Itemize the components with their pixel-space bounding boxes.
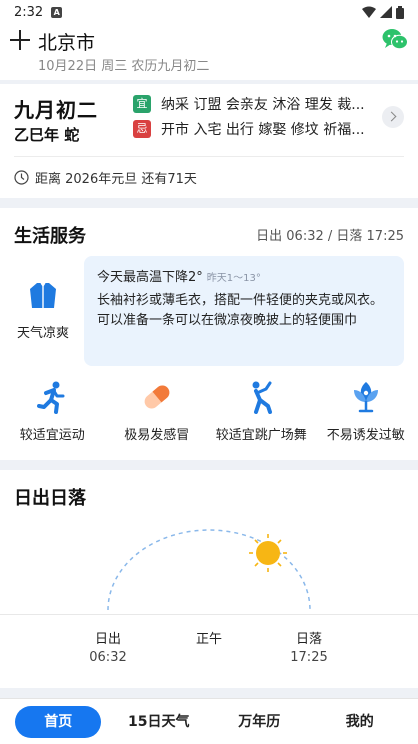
bottom-tab-bar: 首页 15日天气 万年历 我的 <box>0 698 418 744</box>
sunset-time: 17:25 <box>290 650 328 665</box>
header-date: 10月22日 周三 农历九月初二 <box>38 59 210 74</box>
service-dance[interactable]: 较适宜跳广场舞 <box>209 380 314 443</box>
horizon-line <box>0 614 418 615</box>
yi-badge: 宜 <box>133 95 151 113</box>
sunset-info: 日落 17:25 <box>279 628 339 665</box>
flower-icon <box>353 382 378 413</box>
sunrise-title: 日出日落 <box>14 488 86 509</box>
city-name[interactable]: 北京市 <box>38 28 95 55</box>
noon-label: 正午 <box>195 632 222 647</box>
service-list: 较适宜运动 极易发感冒 较适宜跳广场舞 不易诱发过敏 <box>0 380 418 443</box>
ji-text: 开市 入宅 出行 嫁娶 修坟 祈福... <box>161 122 365 138</box>
ganzhi-year: 乙巳年 蛇 <box>14 126 80 144</box>
service-allergy[interactable]: 不易诱发过敏 <box>314 380 418 443</box>
add-city-icon[interactable] <box>10 30 30 50</box>
yi-text: 纳采 订盟 会亲友 沐浴 理发 裁... <box>161 97 365 113</box>
tip-body: 长袖衬衫或薄毛衣，搭配一件轻便的夹克或风衣。可以准备一条可以在微凉夜晚披上的轻便… <box>97 293 384 328</box>
status-bar: 2:32 A <box>0 0 418 24</box>
tab-15-day[interactable]: 15日天气 <box>116 706 202 738</box>
tip-yesterday: 昨天1～13° <box>206 273 261 284</box>
status-icons <box>362 5 404 19</box>
status-time: 2:32 <box>14 4 44 20</box>
weather-cool-label: 天气凉爽 <box>16 326 69 341</box>
weather-cool-item[interactable]: 天气凉爽 <box>10 280 76 341</box>
notification-a-icon: A <box>51 6 63 18</box>
ji-badge: 忌 <box>133 120 151 138</box>
sun-icon <box>249 534 287 572</box>
ji-row: 忌 开市 入宅 出行 嫁娶 修坟 祈福... <box>133 119 365 139</box>
divider <box>14 156 404 157</box>
countdown-text: 距离 2026年元旦 还有71天 <box>35 172 197 187</box>
tip-headline: 今天最高温下降2° <box>97 270 203 285</box>
service-cold[interactable]: 极易发感冒 <box>105 380 210 443</box>
sun-times-summary: 日出 06:32 / 日落 17:25 <box>256 229 404 244</box>
jacket-icon <box>30 282 56 308</box>
battery-icon <box>396 5 404 19</box>
tab-me[interactable]: 我的 <box>317 706 403 738</box>
yi-row: 宜 纳采 订盟 会亲友 沐浴 理发 裁... <box>133 94 365 114</box>
sunset-label: 日落 <box>295 632 322 647</box>
almanac-detail-arrow-icon[interactable] <box>382 106 404 128</box>
signal-icon <box>380 6 392 18</box>
sunrise-time: 06:32 <box>89 650 127 665</box>
noon-info: 正午 <box>179 628 239 647</box>
sunrise-label: 日出 <box>94 632 121 647</box>
wechat-icon[interactable] <box>382 28 408 52</box>
service-cold-label: 极易发感冒 <box>124 428 190 443</box>
running-icon <box>37 381 65 414</box>
clothing-tip: 今天最高温下降2° 昨天1～13° 长袖衬衫或薄毛衣，搭配一件轻便的夹克或风衣。可… <box>84 256 404 366</box>
sun-arc <box>107 529 311 611</box>
service-exercise[interactable]: 较适宜运动 <box>0 380 105 443</box>
pill-icon <box>144 385 170 409</box>
life-services-title: 生活服务 <box>14 226 86 247</box>
service-exercise-label: 较适宜运动 <box>19 428 85 443</box>
service-dance-label: 较适宜跳广场舞 <box>215 428 307 443</box>
wifi-icon <box>362 6 376 18</box>
life-services-card: 生活服务 日出 06:32 / 日落 17:25 天气凉爽 今天最高温下降2° 昨… <box>0 208 418 460</box>
almanac-card[interactable]: 九月初二 乙巳年 蛇 宜 纳采 订盟 会亲友 沐浴 理发 裁... 忌 开市 入… <box>0 84 418 198</box>
clock-icon <box>14 170 29 185</box>
tip-head: 今天最高温下降2° 昨天1～13° <box>97 266 391 285</box>
tab-home[interactable]: 首页 <box>15 705 102 738</box>
lunar-date: 九月初二 <box>14 98 98 122</box>
dance-icon <box>252 381 273 414</box>
new-year-countdown: 距离 2026年元旦 还有71天 <box>14 168 197 187</box>
sunrise-sunset-card: 日出日落 日出 06:32 正午 日落 17:25 <box>0 470 418 688</box>
sunrise-info: 日出 06:32 <box>78 628 138 665</box>
tab-calendar[interactable]: 万年历 <box>216 706 302 738</box>
service-allergy-label: 不易诱发过敏 <box>326 428 405 443</box>
header: 北京市 10月22日 周三 农历九月初二 <box>0 24 418 80</box>
